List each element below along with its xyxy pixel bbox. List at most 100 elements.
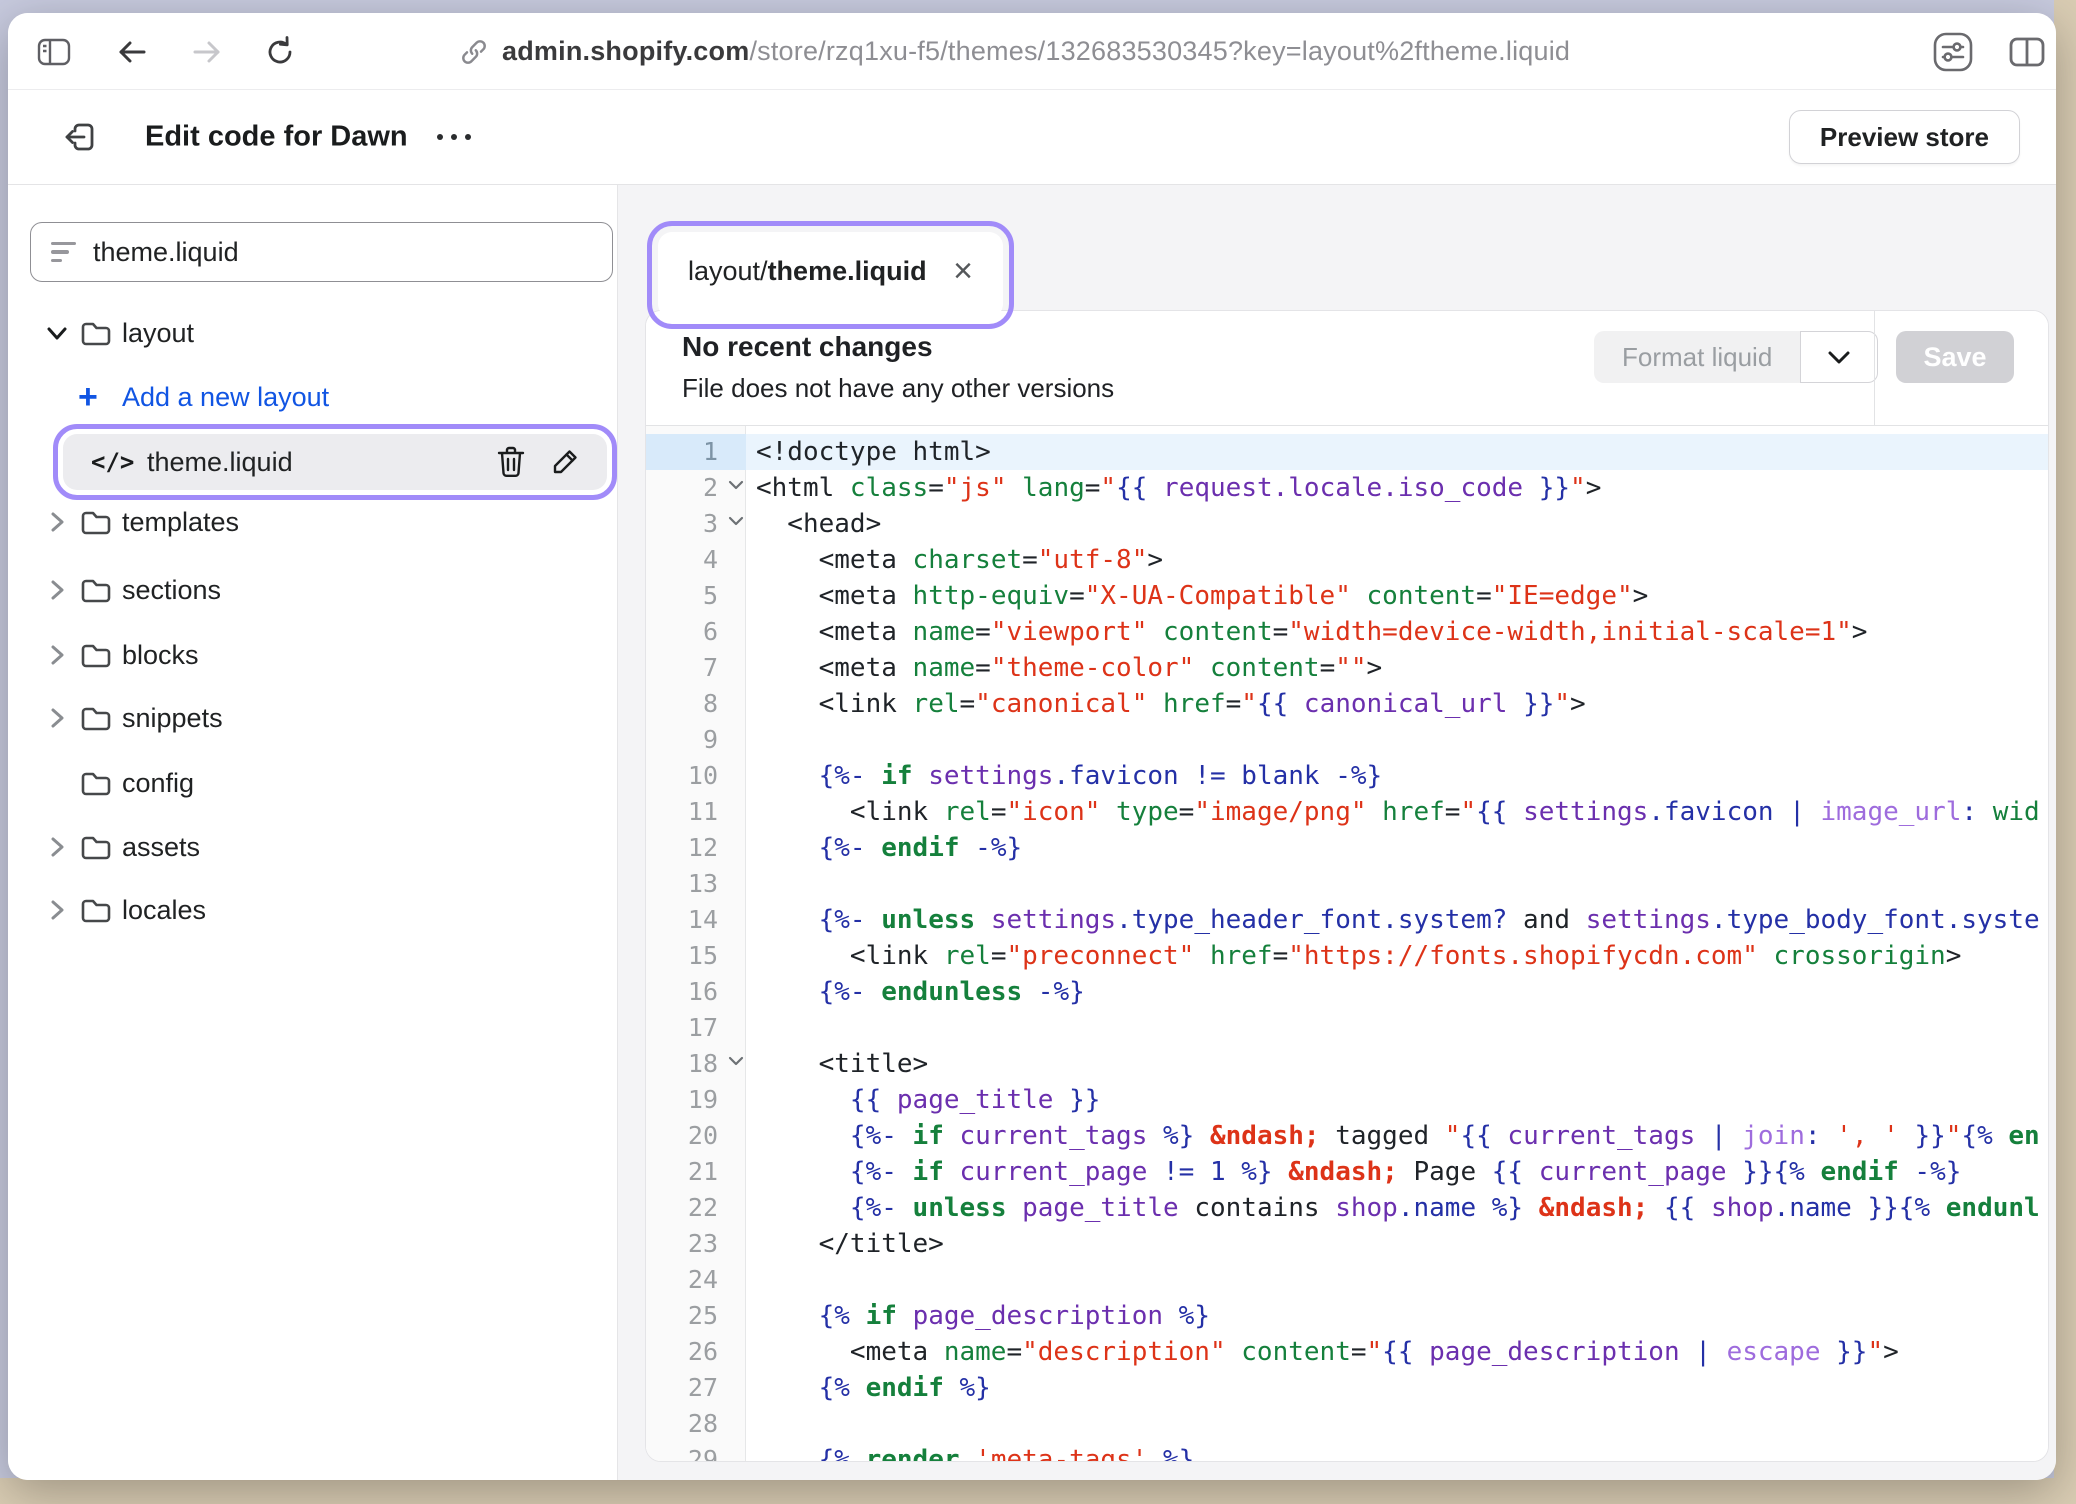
save-button[interactable]: Save: [1896, 331, 2014, 383]
preview-store-button[interactable]: Preview store: [1789, 110, 2020, 164]
code-line-3[interactable]: 3 <head>: [646, 506, 2048, 542]
editor-card-header: No recent changes File does not have any…: [646, 311, 2048, 426]
folder-icon: [80, 770, 112, 797]
code-line-26[interactable]: 26 <meta name="description" content="{{ …: [646, 1334, 2048, 1370]
code-text: [746, 1406, 2048, 1442]
code-text: {%- if current_tags %} &ndash; tagged "{…: [746, 1118, 2048, 1154]
code-line-25[interactable]: 25 {% if page_description %}: [646, 1298, 2048, 1334]
code-line-14[interactable]: 14 {%- unless settings.type_header_font.…: [646, 902, 2048, 938]
fold-icon[interactable]: [728, 1056, 744, 1066]
reload-icon[interactable]: [258, 13, 302, 90]
folder-label: assets: [122, 832, 200, 863]
code-line-18[interactable]: 18 <title>: [646, 1046, 2048, 1082]
code-line-6[interactable]: 6 <meta name="viewport" content="width=d…: [646, 614, 2048, 650]
code-line-5[interactable]: 5 <meta http-equiv="X-UA-Compatible" con…: [646, 578, 2048, 614]
code-line-2[interactable]: 2<html class="js" lang="{{ request.local…: [646, 470, 2048, 506]
code-line-16[interactable]: 16 {%- endunless -%}: [646, 974, 2048, 1010]
rename-file-icon[interactable]: [547, 444, 583, 480]
code-text: {{ page_title }}: [746, 1082, 2048, 1118]
code-line-23[interactable]: 23 </title>: [646, 1226, 2048, 1262]
tab-theme-liquid[interactable]: layout/theme.liquid ×: [658, 232, 1003, 318]
desktop-background-right: [2054, 0, 2076, 1504]
code-line-21[interactable]: 21 {%- if current_page != 1 %} &ndash; P…: [646, 1154, 2048, 1190]
line-number: 26: [646, 1334, 746, 1370]
sidebar-folder-snippets[interactable]: snippets: [8, 690, 618, 746]
code-line-9[interactable]: 9: [646, 722, 2048, 758]
line-number: 5: [646, 578, 746, 614]
sidebar-folder-sections[interactable]: sections: [8, 562, 618, 618]
code-line-12[interactable]: 12 {%- endif -%}: [646, 830, 2048, 866]
plus-icon: +: [78, 380, 98, 414]
code-line-10[interactable]: 10 {%- if settings.favicon != blank -%}: [646, 758, 2048, 794]
code-line-7[interactable]: 7 <meta name="theme-color" content="">: [646, 650, 2048, 686]
line-number: 7: [646, 650, 746, 686]
address-bar[interactable]: admin.shopify.com/store/rzq1xu-f5/themes…: [460, 13, 1570, 90]
add-new-layout-link[interactable]: + Add a new layout: [8, 369, 618, 425]
code-line-22[interactable]: 22 {%- unless page_title contains shop.n…: [646, 1190, 2048, 1226]
line-number: 25: [646, 1298, 746, 1334]
sidebar-toggle-icon[interactable]: [34, 13, 74, 90]
chevron-right-icon[interactable]: [44, 898, 70, 922]
code-text: <html class="js" lang="{{ request.locale…: [746, 470, 2048, 506]
code-line-19[interactable]: 19 {{ page_title }}: [646, 1082, 2048, 1118]
code-line-29[interactable]: 29 {% render 'meta-tags' %}: [646, 1442, 2048, 1462]
file-search-input[interactable]: theme.liquid: [30, 222, 613, 282]
sidebar-folder-blocks[interactable]: blocks: [8, 627, 618, 683]
chevron-right-icon[interactable]: [44, 643, 70, 667]
code-editor[interactable]: 1<!doctype html>2<html class="js" lang="…: [646, 426, 2048, 1462]
line-number: 10: [646, 758, 746, 794]
sidebar-folder-assets[interactable]: assets: [8, 819, 618, 875]
format-liquid-button[interactable]: Format liquid: [1594, 331, 1800, 383]
sidebar-folder-layout[interactable]: layout: [8, 305, 618, 361]
format-options-button[interactable]: [1800, 331, 1878, 383]
fold-icon[interactable]: [728, 516, 744, 526]
folder-label: snippets: [122, 703, 223, 734]
fold-icon[interactable]: [728, 480, 744, 490]
tab-close-icon[interactable]: ×: [947, 252, 979, 290]
code-line-8[interactable]: 8 <link rel="canonical" href="{{ canonic…: [646, 686, 2048, 722]
code-line-28[interactable]: 28: [646, 1406, 2048, 1442]
code-text: <meta name="viewport" content="width=dev…: [746, 614, 2048, 650]
code-text: {%- if settings.favicon != blank -%}: [746, 758, 2048, 794]
code-line-15[interactable]: 15 <link rel="preconnect" href="https://…: [646, 938, 2048, 974]
code-line-1[interactable]: 1<!doctype html>: [646, 434, 2048, 470]
sidebar-folder-config[interactable]: config: [8, 755, 618, 811]
chevron-right-icon[interactable]: [44, 578, 70, 602]
code-line-17[interactable]: 17: [646, 1010, 2048, 1046]
page-settings-icon[interactable]: [1928, 13, 1978, 90]
format-liquid-split-button: Format liquid: [1594, 331, 1878, 383]
folder-label: templates: [122, 507, 239, 538]
code-line-27[interactable]: 27 {% endif %}: [646, 1370, 2048, 1406]
code-line-4[interactable]: 4 <meta charset="utf-8">: [646, 542, 2048, 578]
chevron-right-icon[interactable]: [44, 706, 70, 730]
code-text: <link rel="canonical" href="{{ canonical…: [746, 686, 2048, 722]
code-line-13[interactable]: 13: [646, 866, 2048, 902]
split-view-icon[interactable]: [2002, 13, 2052, 90]
code-line-24[interactable]: 24: [646, 1262, 2048, 1298]
chevron-right-icon[interactable]: [44, 835, 70, 859]
more-actions-button[interactable]: [427, 124, 481, 150]
sidebar-item-theme.liquid[interactable]: </>theme.liquid: [63, 434, 607, 490]
line-number: 13: [646, 866, 746, 902]
back-icon[interactable]: [110, 13, 154, 90]
code-text: {% if page_description %}: [746, 1298, 2048, 1334]
folder-icon: [80, 834, 112, 861]
add-layout-label: Add a new layout: [122, 382, 329, 413]
delete-file-icon[interactable]: [493, 444, 529, 480]
code-line-11[interactable]: 11 <link rel="icon" type="image/png" hre…: [646, 794, 2048, 830]
code-file-icon: </>: [91, 448, 134, 476]
code-line-20[interactable]: 20 {%- if current_tags %} &ndash; tagged…: [646, 1118, 2048, 1154]
sidebar-folder-templates[interactable]: templates: [8, 494, 618, 550]
forward-icon[interactable]: [185, 13, 229, 90]
folder-label: locales: [122, 895, 206, 926]
chevron-down-icon[interactable]: [44, 326, 70, 341]
sidebar-folder-locales[interactable]: locales: [8, 882, 618, 938]
chevron-down-icon: [1828, 351, 1850, 364]
chevron-right-icon[interactable]: [44, 510, 70, 534]
code-text: <!doctype html>: [746, 434, 2048, 470]
code-text: {%- endif -%}: [746, 830, 2048, 866]
exit-editor-button[interactable]: [58, 115, 102, 159]
folder-icon: [80, 897, 112, 924]
folder-icon: [80, 509, 112, 536]
desktop-background-bottom: [0, 1478, 2076, 1504]
